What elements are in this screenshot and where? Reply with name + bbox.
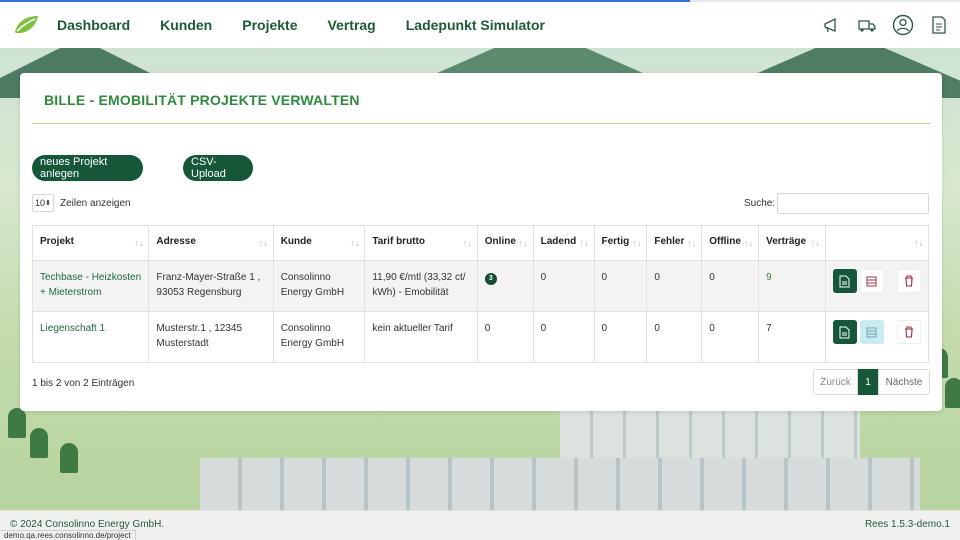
list-icon [866, 327, 877, 337]
page-length-label: Zeilen anzeigen [60, 197, 131, 209]
page-length-control: 10 ⬍ Zeilen anzeigen [32, 194, 131, 212]
list-details-button[interactable] [859, 269, 884, 293]
projects-card: BILLE - EMOBILITÄT PROJEKTE VERWALTEN ne… [20, 73, 942, 411]
sort-icon: ↑↓ [914, 238, 923, 248]
sort-icon: ↑↓ [579, 238, 589, 248]
offline-cell: 0 [701, 311, 760, 363]
new-project-button[interactable]: neues Projekt anlegen [32, 155, 143, 181]
tariff-cell: 11,90 €/mtl (33,32 ct/ kWh) - Emobilität [364, 260, 478, 312]
actions-cell [824, 260, 930, 312]
document-icon [839, 326, 850, 338]
list-details-button[interactable] [859, 320, 884, 344]
list-icon [866, 276, 877, 286]
customer-cell: Consolinno Energy GmbH [272, 260, 366, 312]
browser-status-url: demo.qa.rees.consolinno.de/project [0, 530, 136, 540]
project-name-link[interactable]: Liegenschaft 1 [31, 311, 150, 363]
projects-table: Projekt ↑↓ Adresse ↑↓ Kunde ↑↓ Tarif brutto… [31, 225, 930, 363]
user-profile-icon[interactable] [892, 14, 914, 36]
nav-ladepunkt-simulator[interactable]: Ladepunkt Simulator [406, 17, 545, 33]
finished-cell: 0 [593, 260, 648, 312]
offline-cell: 0 [701, 260, 760, 312]
address-cell: Musterstr.1 , 12345 Musterstadt [148, 311, 274, 363]
col-fehler[interactable]: Fehler ↑↓ [646, 225, 703, 261]
csv-upload-button[interactable]: CSV-Upload [183, 155, 253, 181]
consolinno-logo-icon[interactable] [11, 10, 41, 40]
address-cell: Franz-Mayer-Straße 1 , 93053 Regensburg [148, 260, 274, 312]
sort-icon: ↑↓ [744, 238, 754, 248]
pagination: Zurück 1 Nächste [813, 369, 930, 395]
sort-icon: ↑↓ [462, 238, 472, 248]
view-document-button[interactable] [832, 320, 857, 344]
title-divider [32, 123, 930, 124]
charging-cell: 0 [532, 260, 595, 312]
page-length-value: 10 [35, 198, 46, 208]
contracts-count-link[interactable]: 9 [758, 260, 826, 312]
customer-cell: Consolinno Energy GmbH [272, 311, 366, 363]
search-input[interactable] [777, 193, 929, 214]
document-icon [839, 275, 850, 287]
pagination-prev-button[interactable]: Zurück [813, 369, 858, 395]
search-label: Suche: [744, 198, 776, 209]
footer: © 2024 Consolinno Energy GmbH. Rees 1.5.… [0, 510, 960, 540]
truck-icon[interactable] [856, 14, 878, 36]
sort-icon: ↑↓ [518, 238, 528, 248]
nav-dashboard[interactable]: Dashboard [57, 17, 130, 33]
page-length-select[interactable]: 10 ⬍ [32, 194, 54, 212]
delete-button[interactable] [896, 269, 921, 293]
document-icon[interactable] [928, 14, 950, 36]
col-offline[interactable]: Offline ↑↓ [701, 225, 760, 261]
page-title: BILLE - EMOBILITÄT PROJEKTE VERWALTEN [44, 92, 360, 108]
table-info: 1 bis 2 von 2 Einträgen [32, 378, 135, 389]
online-cell: 0 [476, 311, 534, 363]
project-name-link[interactable]: Techbase - Heizkosten + Mieterstrom [31, 260, 150, 312]
watermark: Video2PPT.com [676, 398, 762, 412]
version-text: Rees 1.5.3-demo.1 [864, 519, 950, 530]
charging-cell: 0 [532, 311, 595, 363]
error-cell: 0 [646, 260, 703, 312]
solar-panels [200, 458, 920, 510]
sort-icon: ↑↓ [810, 238, 820, 248]
top-navbar: Dashboard Kunden Projekte Vertrag Ladepu… [0, 0, 960, 48]
actions-cell [824, 311, 930, 363]
select-arrows-icon: ⬍ [45, 200, 51, 207]
nav-kunden[interactable]: Kunden [160, 17, 212, 33]
finished-cell: 0 [593, 311, 648, 363]
copyright-text: © 2024 Consolinno Energy GmbH. [10, 519, 165, 530]
col-projekt[interactable]: Projekt ↑↓ [31, 225, 150, 261]
solar-panels [560, 408, 860, 458]
pagination-page-1[interactable]: 1 [858, 369, 878, 395]
online-count-badge: 3 [484, 272, 497, 285]
view-document-button[interactable] [832, 269, 857, 293]
contracts-count: 7 [758, 311, 826, 363]
trash-icon [904, 326, 913, 338]
online-cell: 3 [476, 260, 534, 312]
col-ladend[interactable]: Ladend ↑↓ [532, 225, 595, 261]
delete-button[interactable] [896, 320, 921, 344]
tariff-cell: kein aktueller Tarif [364, 311, 478, 363]
col-vertraege[interactable]: Verträge ↑↓ [758, 225, 826, 261]
page-load-progress [0, 0, 690, 2]
col-kunde[interactable]: Kunde ↑↓ [272, 225, 366, 261]
nav-projekte[interactable]: Projekte [242, 17, 297, 33]
col-adresse[interactable]: Adresse ↑↓ [148, 225, 274, 261]
col-tarif-brutto[interactable]: Tarif brutto ↑↓ [364, 225, 478, 261]
pagination-next-button[interactable]: Nächste [878, 369, 930, 395]
megaphone-icon[interactable] [820, 14, 842, 36]
sort-icon: ↑↓ [258, 238, 268, 248]
sort-icon: ↑↓ [134, 238, 144, 248]
col-online[interactable]: Online ↑↓ [476, 225, 534, 261]
sort-icon: ↑↓ [687, 238, 697, 248]
sort-icon: ↑↓ [350, 238, 360, 248]
sort-icon: ↑↓ [632, 238, 642, 248]
error-cell: 0 [646, 311, 703, 363]
table-row: Techbase - Heizkosten + Mieterstrom Fran… [31, 260, 930, 312]
col-fertig[interactable]: Fertig ↑↓ [593, 225, 648, 261]
table-row: Liegenschaft 1 Musterstr.1 , 12345 Muste… [31, 311, 930, 363]
col-actions[interactable]: ↑↓ [824, 225, 930, 261]
trash-icon [904, 275, 913, 287]
nav-vertrag[interactable]: Vertrag [327, 17, 375, 33]
